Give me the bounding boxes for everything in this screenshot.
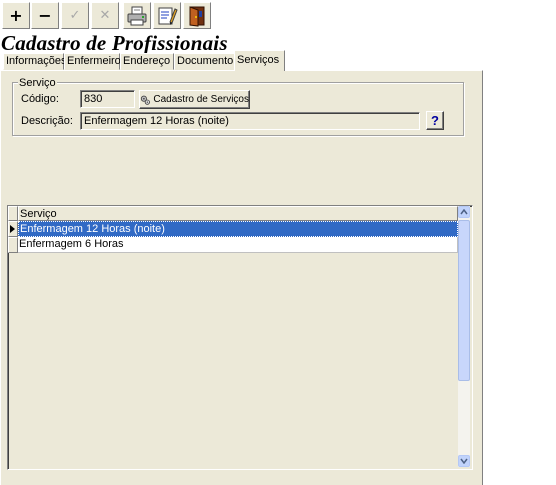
tab-informacoes[interactable]: Informações: [3, 53, 67, 70]
current-row-arrow-icon: [10, 225, 15, 233]
tab-label: Documento: [177, 55, 234, 67]
chevron-down-icon: [460, 458, 468, 464]
tab-enfermeiro[interactable]: Enfermeiro: [64, 53, 121, 70]
exit-door-icon: [189, 5, 205, 27]
descricao-value: Enfermagem 12 Horas (noite): [84, 115, 229, 127]
printer-icon: [127, 6, 147, 25]
confirm-button[interactable]: ✓: [61, 2, 89, 29]
cancel-label: ✕: [99, 8, 111, 23]
edit-button[interactable]: [153, 2, 181, 29]
cancel-button[interactable]: ✕: [91, 2, 119, 29]
tab-label: Enfermeiro: [67, 55, 121, 67]
scroll-up-button[interactable]: [458, 206, 470, 218]
tab-label: Informações: [6, 55, 67, 67]
grid-column-header-servico[interactable]: Serviço: [18, 206, 458, 221]
table-row[interactable]: Enfermagem 12 Horas (noite): [18, 221, 458, 237]
codigo-value: 830: [84, 93, 103, 105]
help-button[interactable]: ?: [426, 111, 444, 130]
column-header-label: Serviço: [20, 208, 57, 220]
tab-label: Endereço: [123, 55, 171, 67]
tab-endereco[interactable]: Endereço: [120, 53, 174, 70]
gear-icon: [140, 95, 150, 105]
table-row[interactable]: Enfermagem 6 Horas: [18, 237, 458, 253]
descricao-field[interactable]: Enfermagem 12 Horas (noite): [80, 112, 420, 130]
tab-label: Serviços: [237, 54, 280, 66]
confirm-label: ✓: [69, 8, 81, 23]
row-servico-cell: Enfermagem 12 Horas (noite): [20, 223, 165, 235]
scroll-thumb[interactable]: [458, 220, 470, 381]
row-indicator[interactable]: [8, 221, 18, 237]
cadastro-servicos-label: Cadastro de Serviços: [153, 94, 249, 105]
remove-button[interactable]: −: [31, 2, 59, 29]
codigo-label: Código:: [21, 93, 59, 105]
row-indicator[interactable]: [8, 237, 18, 253]
exit-button[interactable]: [183, 2, 211, 29]
print-button[interactable]: [123, 2, 151, 29]
notepad-pencil-icon: [158, 7, 178, 25]
add-button[interactable]: +: [2, 2, 30, 29]
tab-documento[interactable]: Documento: [174, 53, 235, 70]
scroll-down-button[interactable]: [458, 455, 470, 467]
remove-label: −: [38, 6, 52, 25]
chevron-up-icon: [460, 209, 468, 215]
add-label: +: [9, 6, 23, 25]
help-icon: ?: [431, 113, 439, 128]
grid-vertical-scrollbar[interactable]: [458, 206, 470, 467]
descricao-label: Descrição:: [21, 115, 73, 127]
servico-group-caption: Serviço: [18, 77, 57, 89]
codigo-field[interactable]: 830: [80, 90, 135, 108]
cadastro-servicos-button[interactable]: Cadastro de Serviços: [139, 90, 250, 109]
tab-servicos[interactable]: Serviços: [234, 50, 285, 71]
row-servico-cell: Enfermagem 6 Horas: [19, 238, 124, 250]
grid-corner: [8, 206, 18, 221]
